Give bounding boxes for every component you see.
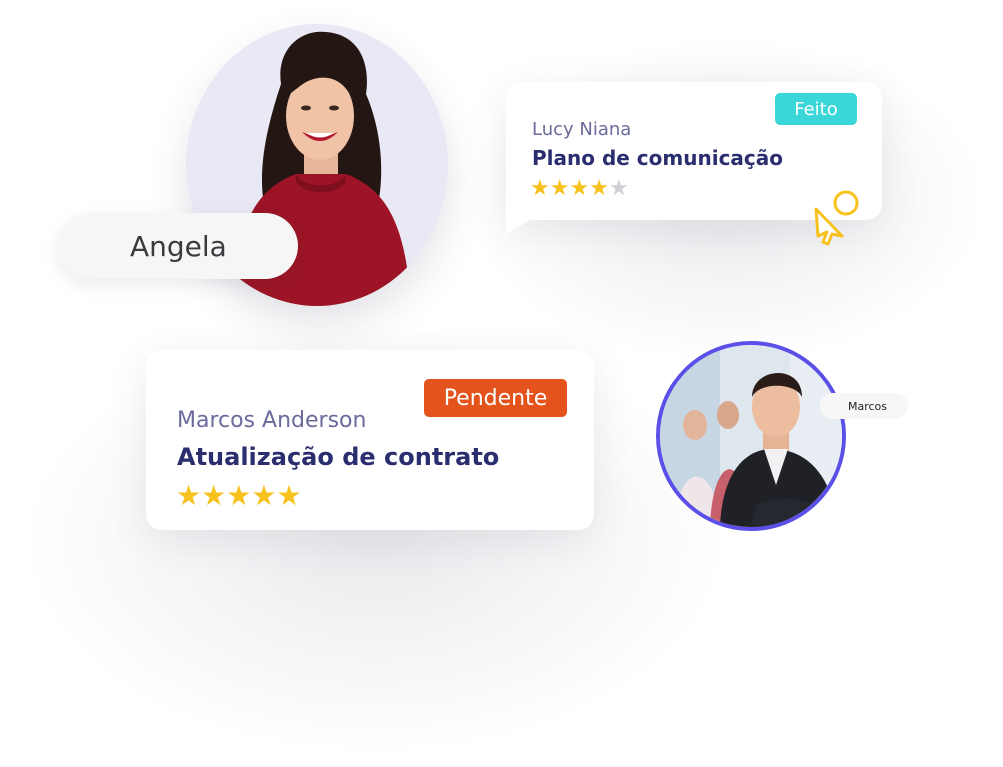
angela-name-tag: Angela [58,213,298,279]
angela-name-label: Angela [130,229,227,263]
pointer-cursor-icon [808,186,864,246]
star-icon: ★ [276,479,302,512]
task-card-tail [506,220,530,234]
rating-stars: ★ ★ ★ ★ ★ [530,178,629,200]
card-assignee-name: Marcos Anderson [177,408,367,433]
marcos-name-label: Marcos [848,399,888,413]
star-icon: ★ [569,176,590,201]
card-task-title: Plano de comunicação [532,146,784,170]
card-task-title: Atualização de contrato [177,443,500,471]
card-assignee-name: Lucy Niana [532,119,632,140]
status-badge: Feito [775,93,857,125]
star-icon: ★ [251,479,277,512]
rating-stars: ★ ★ ★ ★ ★ [176,482,302,510]
star-icon: ★ [530,176,550,201]
star-icon: ★ [589,176,609,201]
star-icon: ★ [176,479,202,512]
status-badge: Pendente [424,379,567,417]
star-icon: ★ [549,176,570,201]
star-icon: ★ [201,479,227,512]
star-icon: ★ [608,176,629,201]
marcos-photo [660,345,842,527]
marcos-name-tag: Marcos [820,393,908,419]
star-icon: ★ [226,479,252,512]
task-card-marcos[interactable]: Pendente Marcos Anderson Atualização de … [146,350,594,530]
marcos-avatar [656,341,846,531]
